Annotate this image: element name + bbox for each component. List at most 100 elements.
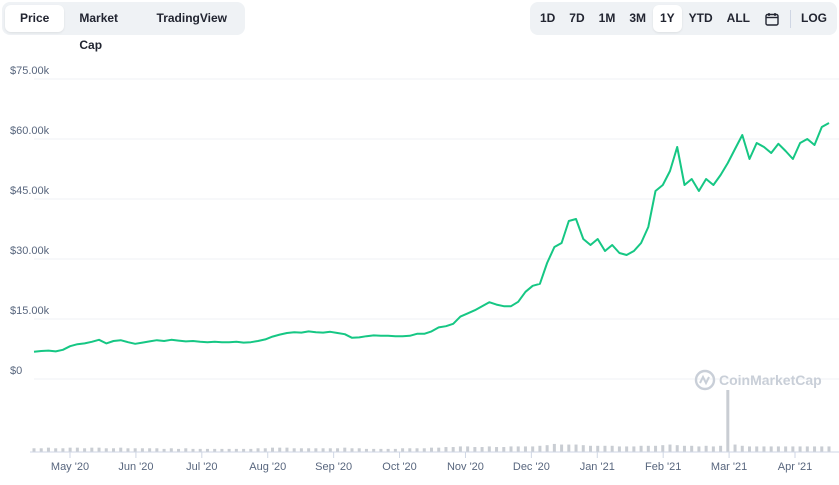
x-tick-label: Sep '20 — [315, 461, 352, 473]
volume-bar — [263, 448, 267, 452]
volume-bar — [133, 448, 137, 452]
volume-bar — [336, 448, 340, 452]
price-chart: $0 $15.00k $30.00k $45.00k $60.00k $75.00k Co… — [10, 65, 839, 473]
volume-bar — [589, 445, 592, 452]
volume-bar — [813, 446, 817, 452]
volume-bar — [119, 447, 123, 452]
volume-bar — [444, 447, 448, 452]
volume-bar — [719, 445, 723, 452]
volume-bar — [748, 446, 751, 452]
volume-bar — [820, 446, 824, 452]
x-tick-label: Oct '20 — [382, 461, 417, 473]
volume-bar — [516, 446, 520, 452]
volume-bar — [466, 446, 470, 452]
volume-bar — [762, 446, 766, 452]
volume-bar — [805, 446, 809, 452]
volume-bars — [32, 390, 831, 452]
volume-bar — [531, 446, 535, 452]
volume-bar — [314, 448, 318, 452]
gridlines — [34, 78, 839, 380]
volume-bar — [458, 446, 462, 452]
volume-bar — [256, 448, 260, 452]
volume-bar — [155, 448, 159, 452]
volume-bar — [827, 446, 831, 452]
volume-bar — [560, 444, 564, 452]
volume-bar — [668, 444, 672, 452]
volume-bar — [603, 445, 607, 452]
volume-bar — [97, 447, 101, 452]
volume-bar — [451, 447, 455, 452]
volume-bar — [408, 448, 412, 452]
volume-bar — [509, 446, 513, 452]
volume-bar — [523, 446, 527, 452]
volume-bar — [654, 445, 658, 452]
volume-bar — [307, 448, 311, 452]
volume-bar — [697, 446, 701, 452]
volume-bar — [357, 448, 361, 452]
volume-bar — [791, 446, 795, 452]
volume-bar — [538, 445, 542, 452]
volume-bar — [632, 446, 636, 452]
volume-bar — [473, 447, 477, 452]
volume-bar — [415, 448, 419, 452]
volume-bar — [112, 448, 115, 452]
volume-bar — [646, 445, 650, 452]
volume-bar — [711, 446, 715, 452]
volume-bar — [401, 448, 405, 452]
volume-bar — [140, 448, 144, 452]
volume-bar — [148, 448, 152, 452]
volume-bar — [350, 448, 354, 452]
volume-bar — [704, 445, 708, 452]
volume-bar — [733, 444, 737, 452]
volume-bar — [83, 448, 87, 452]
x-tick-label: Aug '20 — [249, 461, 286, 473]
volume-bar — [343, 447, 347, 452]
volume-bar — [502, 447, 506, 452]
volume-bar — [567, 444, 571, 452]
volume-bar — [574, 444, 578, 452]
volume-bar — [75, 447, 79, 452]
volume-bar — [422, 448, 426, 452]
volume-bar — [690, 445, 694, 452]
volume-bar — [581, 445, 585, 452]
volume-bar — [32, 448, 36, 452]
price-series — [33, 122, 830, 353]
price-line — [33, 122, 830, 353]
volume-bar — [740, 445, 744, 452]
volume-bar — [675, 445, 679, 452]
volume-bar — [104, 448, 108, 452]
volume-bar — [776, 446, 780, 452]
volume-bar — [285, 447, 289, 452]
volume-bar — [90, 447, 94, 452]
x-tick-label: May '20 — [51, 461, 89, 473]
y-tick-label: $0 — [10, 365, 22, 377]
x-tick-label: Feb '21 — [645, 461, 681, 473]
volume-bar — [46, 447, 50, 452]
volume-bar — [784, 446, 788, 452]
x-tick-label: Jun '20 — [118, 461, 153, 473]
volume-bar — [552, 443, 556, 452]
volume-bar — [596, 445, 600, 452]
volume-bar — [437, 447, 441, 452]
volume-bar — [430, 447, 433, 452]
volume-bar — [271, 447, 274, 452]
volume-bar — [769, 446, 773, 452]
volume-bar — [169, 448, 173, 452]
volume-bar — [661, 445, 665, 452]
volume-bar — [328, 448, 332, 452]
volume-bar — [321, 448, 325, 452]
volume-bar — [184, 448, 188, 452]
volume-bar — [480, 447, 484, 452]
volume-bar — [755, 446, 759, 452]
x-tick-label: Mar '21 — [711, 461, 747, 473]
x-axis: May '20 Jun '20 Jul '20 Aug '20 Sep '20 Oct '… — [30, 451, 839, 473]
y-tick-label: $60.00k — [10, 125, 50, 137]
x-tick-label: Dec '20 — [513, 461, 550, 473]
y-tick-label: $15.00k — [10, 305, 50, 317]
y-tick-label: $30.00k — [10, 245, 50, 257]
volume-bar — [278, 447, 282, 452]
volume-bar — [726, 390, 730, 452]
volume-bar — [610, 445, 614, 452]
x-tick-label: Nov '20 — [447, 461, 484, 473]
volume-bar — [126, 448, 130, 452]
